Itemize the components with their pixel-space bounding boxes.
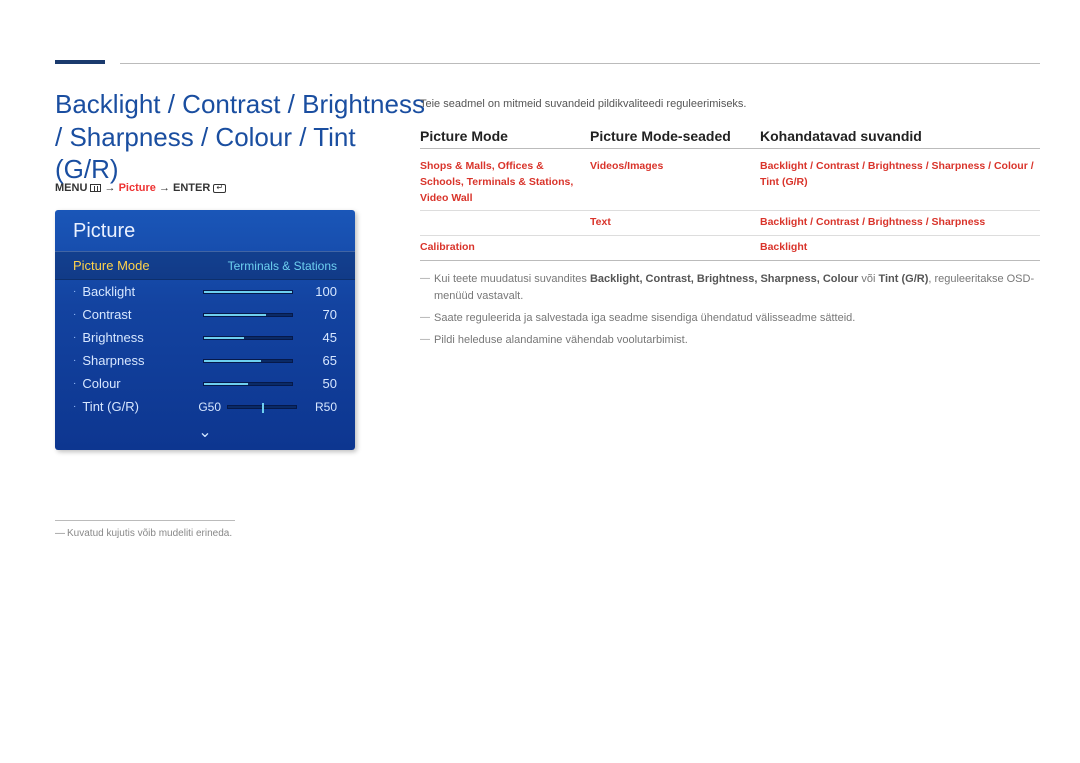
osd-slider[interactable] xyxy=(203,313,293,317)
notes-block: Kui teete muudatusi suvandites Backlight… xyxy=(420,271,1040,349)
osd-tint-g: G50 xyxy=(198,400,221,414)
osd-item-value: 65 xyxy=(303,353,337,368)
osd-item-label: Brightness xyxy=(82,330,182,345)
osd-item-label: Sharpness xyxy=(82,353,182,368)
note-item: Pildi heleduse alandamine vähendab voolu… xyxy=(420,332,1040,350)
osd-tint-r: R50 xyxy=(303,400,337,414)
note-item: Saate reguleerida ja salvestada iga sead… xyxy=(420,310,1040,328)
menu-path-picture: Picture xyxy=(119,182,156,194)
table-header-1: Picture Mode xyxy=(420,128,590,144)
intro-text: Teie seadmel on mitmeid suvandeid pildik… xyxy=(420,98,1040,110)
note-item: Kui teete muudatusi suvandites Backlight… xyxy=(420,271,1040,306)
osd-slider[interactable] xyxy=(203,382,293,386)
table-header-3: Kohandatavad suvandid xyxy=(760,128,1040,144)
table-row: Shops & Malls, Offices & Schools, Termin… xyxy=(420,155,1040,210)
osd-slider-row[interactable]: ·Colour50 xyxy=(55,372,355,395)
osd-item-value: 70 xyxy=(303,307,337,322)
page-title: Backlight / Contrast / Brightness / Shar… xyxy=(55,88,425,186)
table-row: Text Backlight / Contrast / Brightness /… xyxy=(420,211,1040,235)
chevron-down-icon[interactable]: ⌄ xyxy=(55,418,355,442)
osd-item-value: 45 xyxy=(303,330,337,345)
osd-slider-row[interactable]: ·Backlight100 xyxy=(55,280,355,303)
header-divider xyxy=(120,63,1040,64)
osd-item-value: 100 xyxy=(303,284,337,299)
osd-item-value: 50 xyxy=(303,376,337,391)
osd-item-label: Backlight xyxy=(82,284,182,299)
osd-panel: Picture Picture Mode Terminals & Station… xyxy=(55,210,355,450)
menu-label: MENU xyxy=(55,182,87,194)
menu-path: MENU → Picture → ENTER xyxy=(55,182,226,194)
osd-tint-label: Tint (G/R) xyxy=(82,399,182,414)
osd-picture-mode-label: Picture Mode xyxy=(73,258,173,273)
osd-picture-mode-value: Terminals & Stations xyxy=(228,259,337,273)
osd-slider[interactable] xyxy=(203,290,293,294)
osd-tint-row[interactable]: · Tint (G/R) G50 R50 xyxy=(55,395,355,418)
table-row: Calibration Backlight xyxy=(420,236,1040,260)
menu-icon xyxy=(90,184,101,192)
osd-item-label: Colour xyxy=(82,376,182,391)
osd-slider-row[interactable]: ·Sharpness65 xyxy=(55,349,355,372)
enter-icon xyxy=(213,184,226,193)
footnote-divider xyxy=(55,520,235,521)
osd-slider-row[interactable]: ·Brightness45 xyxy=(55,326,355,349)
osd-tint-slider[interactable] xyxy=(227,405,297,409)
osd-picture-mode-row[interactable]: Picture Mode Terminals & Stations xyxy=(55,251,355,280)
osd-slider[interactable] xyxy=(203,336,293,340)
footnote: ―Kuvatud kujutis võib mudeliti erineda. xyxy=(55,528,232,539)
osd-title: Picture xyxy=(55,210,355,251)
osd-slider-row[interactable]: ·Contrast70 xyxy=(55,303,355,326)
osd-slider[interactable] xyxy=(203,359,293,363)
table-header: Picture Mode Picture Mode-seaded Kohanda… xyxy=(420,128,1040,148)
osd-item-label: Contrast xyxy=(82,307,182,322)
header-accent xyxy=(55,60,105,64)
table-divider xyxy=(420,148,1040,149)
table-header-2: Picture Mode-seaded xyxy=(590,128,760,144)
enter-label: ENTER xyxy=(173,182,210,194)
